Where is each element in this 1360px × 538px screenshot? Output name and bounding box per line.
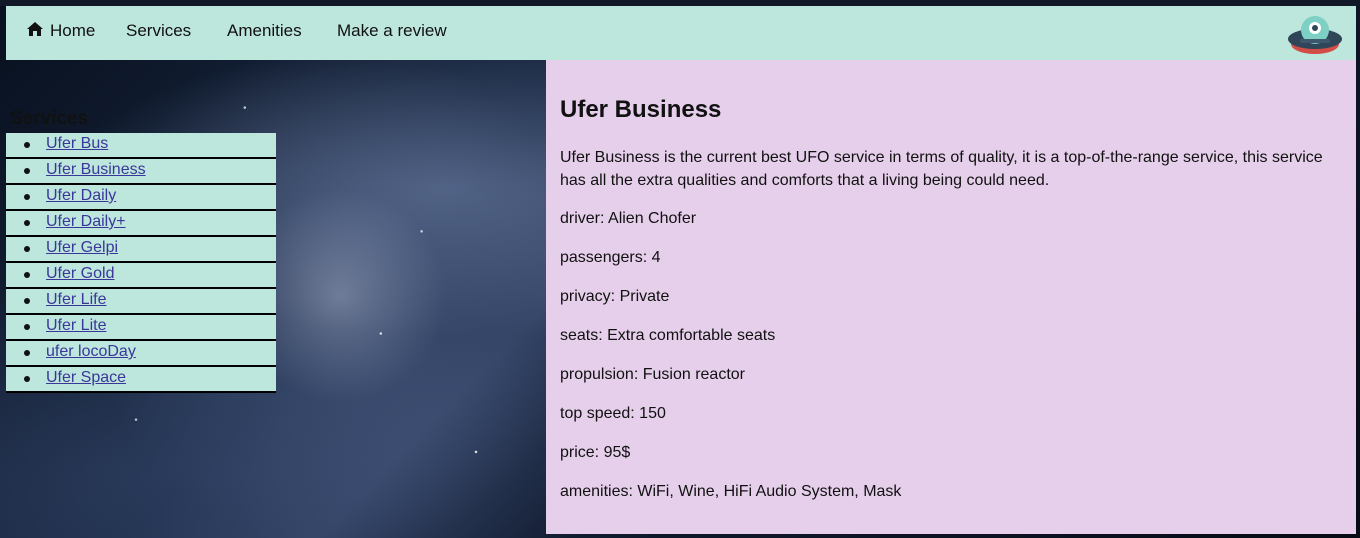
service-title: Ufer Business <box>560 96 722 123</box>
service-link-ufer-business[interactable]: Ufer Business <box>46 161 146 179</box>
service-link-ufer-gold[interactable]: Ufer Gold <box>46 265 114 283</box>
service-link-ufer-lite[interactable]: Ufer Lite <box>46 317 106 335</box>
nav-home-label: Home <box>50 21 96 40</box>
home-icon <box>27 22 43 36</box>
service-list-item: Ufer Daily <box>6 185 276 209</box>
service-link-ufer-space[interactable]: Ufer Space <box>46 369 126 387</box>
price-field: price: 95$ <box>560 444 631 461</box>
nav-services-link[interactable]: Services <box>126 21 191 45</box>
privacy-field: privacy: Private <box>560 288 670 305</box>
service-list-item: Ufer Life <box>6 289 276 313</box>
service-detail-panel: Ufer Business Ufer Business is the curre… <box>546 60 1356 534</box>
service-list-item: Ufer Gold <box>6 263 276 287</box>
service-list-item: Ufer Daily+ <box>6 211 276 235</box>
seats-field: seats: Extra comfortable seats <box>560 327 776 344</box>
service-list-item: Ufer Business <box>6 159 276 183</box>
driver-field: driver: Alien Chofer <box>560 210 697 227</box>
ufo-logo-icon[interactable] <box>1286 10 1344 56</box>
top-speed-field: top speed: 150 <box>560 405 666 422</box>
nav-amenities-link[interactable]: Amenities <box>227 21 302 45</box>
service-list-item: ufer locoDay <box>6 341 276 365</box>
service-link-ufer-bus[interactable]: Ufer Bus <box>46 135 108 153</box>
service-link-ufer-daily[interactable]: Ufer Daily <box>46 187 116 205</box>
service-link-ufer-gelpi[interactable]: Ufer Gelpi <box>46 239 118 257</box>
service-list: Ufer Bus Ufer Business Ufer Daily Ufer D… <box>6 133 276 393</box>
service-description: Ufer Business is the current best UFO se… <box>560 149 1323 189</box>
propulsion-field: propulsion: Fusion reactor <box>560 366 745 383</box>
service-link-ufer-life[interactable]: Ufer Life <box>46 291 106 309</box>
service-list-item: Ufer Lite <box>6 315 276 339</box>
service-link-ufer-locoday[interactable]: ufer locoDay <box>46 343 136 361</box>
service-list-item: Ufer Space <box>6 367 276 391</box>
passengers-field: passengers: 4 <box>560 249 661 266</box>
sidebar-title: Services <box>10 107 89 129</box>
service-link-ufer-daily-plus[interactable]: Ufer Daily+ <box>46 213 126 231</box>
nav-home-link[interactable]: Home <box>26 21 95 45</box>
top-navbar: Home Services Amenities Make a review <box>6 6 1356 60</box>
service-list-item: Ufer Bus <box>6 133 276 157</box>
nav-make-review-link[interactable]: Make a review <box>337 21 447 45</box>
service-list-item: Ufer Gelpi <box>6 237 276 261</box>
amenities-field: amenities: WiFi, Wine, HiFi Audio System… <box>560 483 902 500</box>
